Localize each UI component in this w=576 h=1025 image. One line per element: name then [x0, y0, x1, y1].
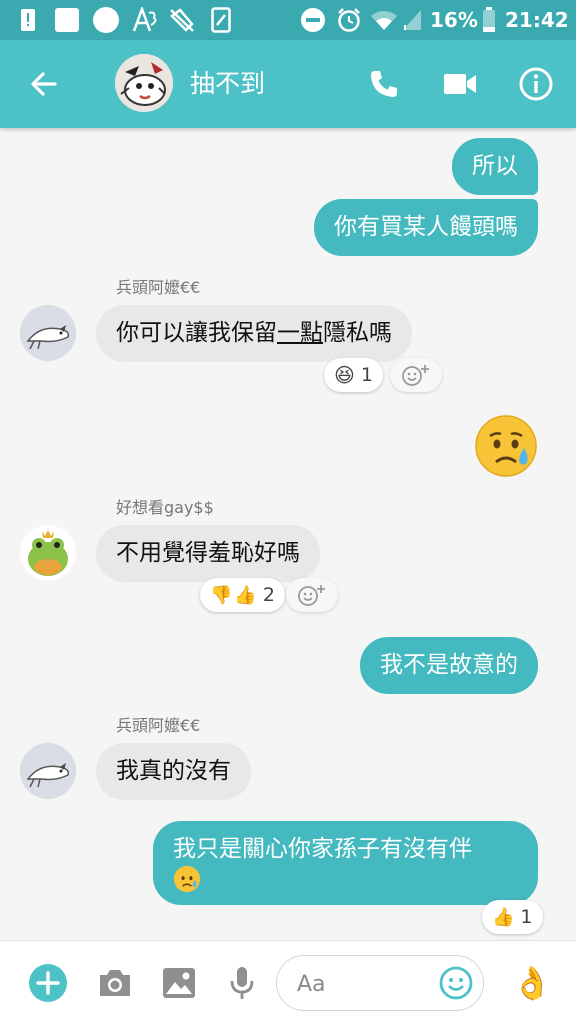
a3-icon — [132, 6, 158, 34]
sender-name: 好想看gay$$ — [116, 498, 214, 517]
message-bubble-outgoing[interactable]: 所以 — [452, 138, 538, 195]
mute-icon — [168, 6, 196, 34]
message-bubble-incoming[interactable]: 不用覺得羞恥好嗎 — [96, 525, 320, 582]
reaction-count: 2 — [262, 584, 275, 606]
phone-icon — [371, 71, 397, 97]
image-icon — [163, 968, 195, 998]
add-reaction-icon — [402, 365, 429, 386]
conversation-avatar[interactable] — [115, 54, 173, 112]
voice-button[interactable] — [222, 963, 262, 1003]
signal-icon — [400, 6, 424, 34]
sad-tear-emoji-icon — [475, 415, 537, 477]
message-text: 你可以讓我保留 — [116, 320, 277, 346]
add-reaction-icon — [298, 585, 325, 606]
reaction-count: 1 — [360, 364, 373, 386]
emoji-button[interactable] — [439, 966, 473, 1000]
camera-button[interactable] — [95, 963, 135, 1003]
message-bubble-incoming[interactable]: 我真的沒有 — [96, 743, 251, 800]
plus-icon — [29, 964, 67, 1002]
message-text-underlined: 一點 — [277, 320, 323, 346]
add-reaction-button[interactable] — [286, 578, 338, 612]
video-icon — [444, 74, 476, 94]
laughing-emoji-icon: 😆 — [334, 363, 355, 387]
emoji-icon — [439, 966, 473, 1000]
card-icon — [210, 6, 232, 34]
video-call-button[interactable] — [438, 62, 482, 106]
message-list[interactable]: 所以 你有買某人饅頭嗎 兵頭阿嬤€€ 你可以讓我保留一點隱私嗎 😆 1 好想看g… — [0, 128, 576, 940]
message-input-container[interactable] — [276, 955, 484, 1011]
quick-reaction-button[interactable]: 👌 — [510, 963, 554, 1003]
ok-hand-icon: 👌 — [512, 964, 552, 1002]
battery-icon — [480, 6, 498, 34]
info-icon — [519, 67, 553, 101]
alert-icon — [18, 6, 38, 34]
reaction-badge[interactable]: 👎 👍 2 — [200, 578, 285, 612]
call-button[interactable] — [362, 62, 406, 106]
more-actions-button[interactable] — [28, 963, 68, 1003]
sad-tear-emoji-icon — [173, 865, 518, 900]
status-bar: 16% 21:42 — [0, 0, 576, 40]
wifi-icon — [370, 6, 398, 34]
alarm-icon — [336, 6, 362, 34]
dnd-icon — [300, 6, 326, 34]
circle-icon — [92, 6, 120, 34]
conversation-title[interactable]: 抽不到 — [190, 68, 265, 100]
thumbs-down-emoji-icon: 👎 — [210, 584, 233, 606]
message-bubble-incoming[interactable]: 你可以讓我保留一點隱私嗎 — [96, 305, 412, 362]
message-bubble-outgoing[interactable]: 你有買某人饅頭嗎 — [314, 199, 538, 256]
clock: 21:42 — [505, 8, 569, 32]
thumbs-up-emoji-icon: 👍 — [492, 906, 515, 928]
message-bubble-outgoing[interactable]: 我不是故意的 — [360, 637, 538, 694]
back-button[interactable] — [22, 62, 66, 106]
add-reaction-button[interactable] — [390, 358, 442, 392]
gallery-button[interactable] — [159, 963, 199, 1003]
message-input[interactable] — [295, 966, 439, 1002]
sender-avatar[interactable] — [20, 305, 76, 361]
square-icon — [54, 6, 80, 34]
message-text: 隱私嗎 — [323, 320, 392, 346]
sender-avatar[interactable] — [20, 525, 76, 581]
reaction-badge[interactable]: 😆 1 — [324, 358, 383, 392]
message-bubble-outgoing[interactable]: 我只是關心你家孫子有沒有伴 — [153, 821, 538, 905]
camera-icon — [100, 970, 130, 996]
sad-emoji-message[interactable] — [474, 414, 538, 478]
info-button[interactable] — [514, 62, 558, 106]
battery-percent: 16% — [430, 8, 478, 32]
message-text: 我只是關心你家孫子有沒有伴 — [173, 836, 472, 862]
reaction-badge[interactable]: 👍 1 — [482, 900, 543, 934]
message-composer: 👌 — [0, 940, 576, 1025]
thumbs-up-emoji-icon: 👍 — [234, 584, 257, 606]
sender-avatar[interactable] — [20, 743, 76, 799]
conversation-header: 抽不到 — [0, 40, 576, 128]
sender-name: 兵頭阿嬤€€ — [116, 278, 201, 297]
reaction-count: 1 — [520, 906, 533, 928]
arrow-left-icon — [31, 72, 57, 96]
mic-icon — [230, 967, 254, 999]
sender-name: 兵頭阿嬤€€ — [116, 716, 201, 735]
